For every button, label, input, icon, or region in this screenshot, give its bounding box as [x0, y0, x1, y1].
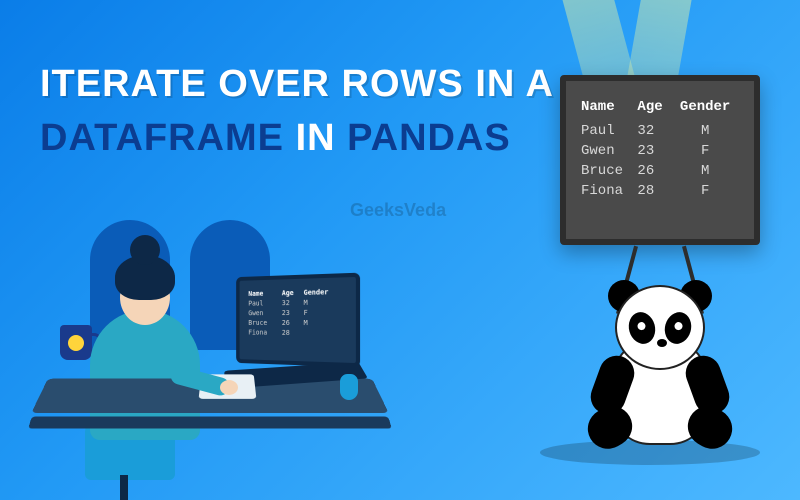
table-row: Fiona 28 F	[581, 181, 739, 201]
person-hair-bun	[130, 235, 160, 265]
dataframe-chalkboard: Name Age Gender Paul 32 M Gwen 23 F Bruc…	[560, 75, 760, 245]
main-title: ITERATE OVER ROWS IN A DATAFRAME IN PAND…	[40, 60, 554, 164]
title-word-pandas: PANDAS	[347, 117, 511, 159]
person-hand	[220, 380, 238, 395]
coffee-mug-icon	[60, 325, 92, 360]
table-header-gender: Gender	[671, 99, 739, 121]
title-word-in: IN	[296, 117, 336, 159]
python-logo-icon	[68, 335, 84, 351]
laptop-screen: Name Age Gender Paul32M Gwen23F Bruce26M…	[236, 273, 360, 368]
title-word-dataframe: DATAFRAME	[40, 117, 284, 159]
panda-illustration	[580, 275, 740, 445]
table-header-name: Name	[581, 99, 637, 121]
table-row: Paul 32 M	[581, 121, 739, 141]
person-at-desk-illustration: Name Age Gender Paul32M Gwen23F Bruce26M…	[30, 220, 410, 500]
chair-leg	[120, 475, 128, 500]
table-row: Gwen 23 F	[581, 141, 739, 161]
table-header-age: Age	[637, 99, 671, 121]
dataframe-table: Name Age Gender Paul 32 M Gwen 23 F Bruc…	[581, 99, 739, 201]
title-line-2: DATAFRAME IN PANDAS	[40, 114, 554, 163]
computer-mouse-icon	[340, 374, 358, 400]
table-row: Bruce 26 M	[581, 161, 739, 181]
watermark-text: GeeksVeda	[350, 200, 446, 221]
title-line-1: ITERATE OVER ROWS IN A	[40, 60, 554, 109]
desk-edge	[28, 416, 392, 428]
